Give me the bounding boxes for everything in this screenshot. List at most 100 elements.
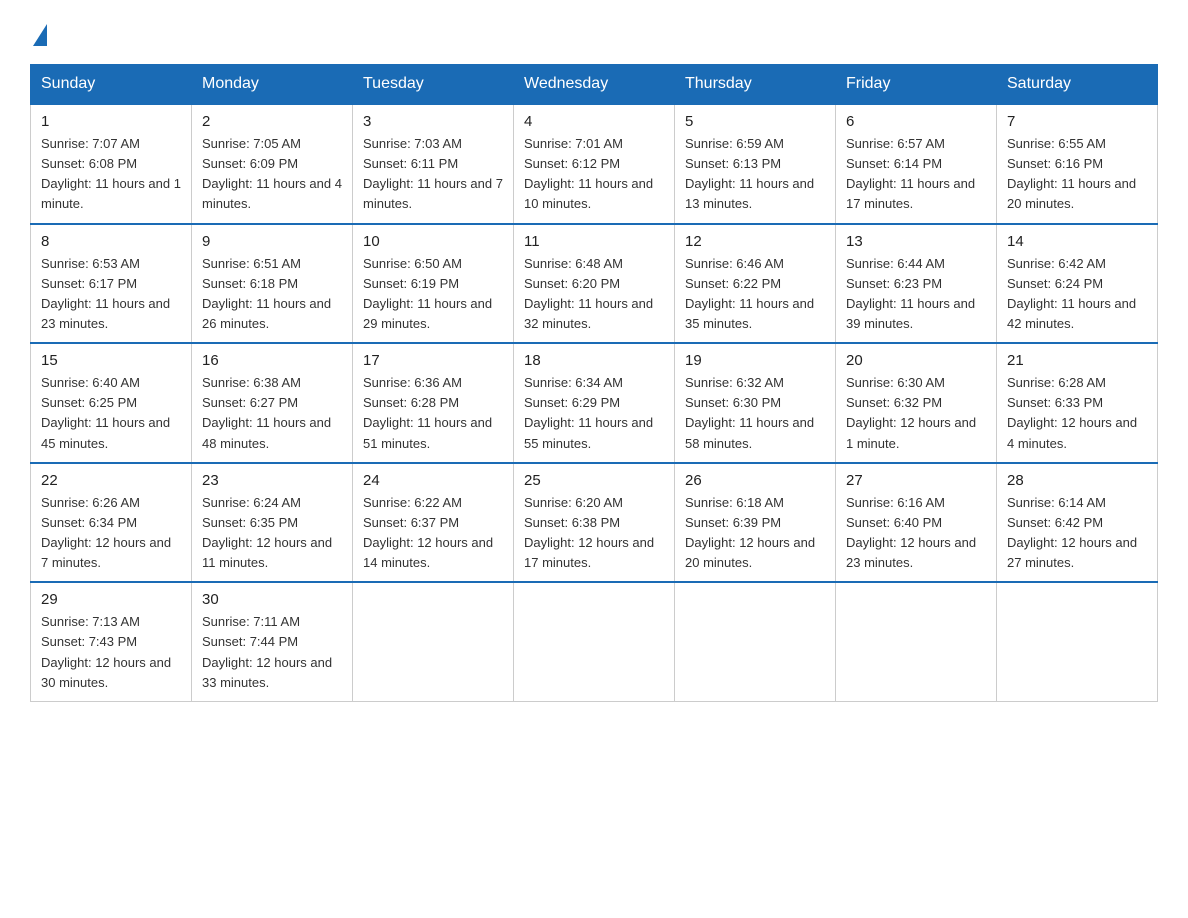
day-info: Sunrise: 6:57 AMSunset: 6:14 PMDaylight:… <box>846 134 986 215</box>
day-number: 24 <box>363 472 503 489</box>
day-info: Sunrise: 6:18 AMSunset: 6:39 PMDaylight:… <box>685 493 825 574</box>
day-info: Sunrise: 6:34 AMSunset: 6:29 PMDaylight:… <box>524 373 664 454</box>
day-number: 8 <box>41 233 181 250</box>
calendar-day-cell: 5 Sunrise: 6:59 AMSunset: 6:13 PMDayligh… <box>675 104 836 224</box>
day-info: Sunrise: 6:40 AMSunset: 6:25 PMDaylight:… <box>41 373 181 454</box>
calendar-day-cell: 17 Sunrise: 6:36 AMSunset: 6:28 PMDaylig… <box>353 343 514 463</box>
day-number: 21 <box>1007 352 1147 369</box>
calendar-day-cell: 6 Sunrise: 6:57 AMSunset: 6:14 PMDayligh… <box>836 104 997 224</box>
calendar-day-cell: 20 Sunrise: 6:30 AMSunset: 6:32 PMDaylig… <box>836 343 997 463</box>
calendar-day-header: Thursday <box>675 65 836 105</box>
day-info: Sunrise: 6:38 AMSunset: 6:27 PMDaylight:… <box>202 373 342 454</box>
day-number: 10 <box>363 233 503 250</box>
calendar-week-row: 1 Sunrise: 7:07 AMSunset: 6:08 PMDayligh… <box>31 104 1158 224</box>
calendar-day-cell: 4 Sunrise: 7:01 AMSunset: 6:12 PMDayligh… <box>514 104 675 224</box>
calendar-day-cell <box>353 582 514 701</box>
calendar-day-cell: 15 Sunrise: 6:40 AMSunset: 6:25 PMDaylig… <box>31 343 192 463</box>
day-info: Sunrise: 6:28 AMSunset: 6:33 PMDaylight:… <box>1007 373 1147 454</box>
day-number: 11 <box>524 233 664 250</box>
calendar-day-cell: 16 Sunrise: 6:38 AMSunset: 6:27 PMDaylig… <box>192 343 353 463</box>
calendar-day-cell: 9 Sunrise: 6:51 AMSunset: 6:18 PMDayligh… <box>192 224 353 344</box>
day-info: Sunrise: 7:07 AMSunset: 6:08 PMDaylight:… <box>41 134 181 215</box>
logo-triangle-icon <box>33 24 47 46</box>
day-info: Sunrise: 6:22 AMSunset: 6:37 PMDaylight:… <box>363 493 503 574</box>
day-number: 4 <box>524 113 664 130</box>
day-info: Sunrise: 7:01 AMSunset: 6:12 PMDaylight:… <box>524 134 664 215</box>
calendar-day-cell: 7 Sunrise: 6:55 AMSunset: 6:16 PMDayligh… <box>997 104 1158 224</box>
day-info: Sunrise: 6:55 AMSunset: 6:16 PMDaylight:… <box>1007 134 1147 215</box>
calendar-day-cell <box>997 582 1158 701</box>
day-number: 19 <box>685 352 825 369</box>
calendar-day-header: Sunday <box>31 65 192 105</box>
day-number: 14 <box>1007 233 1147 250</box>
calendar-day-cell: 24 Sunrise: 6:22 AMSunset: 6:37 PMDaylig… <box>353 463 514 583</box>
day-number: 28 <box>1007 472 1147 489</box>
calendar-day-cell: 11 Sunrise: 6:48 AMSunset: 6:20 PMDaylig… <box>514 224 675 344</box>
day-number: 20 <box>846 352 986 369</box>
day-number: 9 <box>202 233 342 250</box>
calendar-day-cell: 25 Sunrise: 6:20 AMSunset: 6:38 PMDaylig… <box>514 463 675 583</box>
day-info: Sunrise: 6:16 AMSunset: 6:40 PMDaylight:… <box>846 493 986 574</box>
calendar-day-cell: 3 Sunrise: 7:03 AMSunset: 6:11 PMDayligh… <box>353 104 514 224</box>
day-number: 22 <box>41 472 181 489</box>
calendar-day-cell: 14 Sunrise: 6:42 AMSunset: 6:24 PMDaylig… <box>997 224 1158 344</box>
day-number: 15 <box>41 352 181 369</box>
day-number: 23 <box>202 472 342 489</box>
day-number: 13 <box>846 233 986 250</box>
day-info: Sunrise: 6:53 AMSunset: 6:17 PMDaylight:… <box>41 254 181 335</box>
day-number: 27 <box>846 472 986 489</box>
calendar-header-row: SundayMondayTuesdayWednesdayThursdayFrid… <box>31 65 1158 105</box>
day-number: 6 <box>846 113 986 130</box>
calendar-day-header: Monday <box>192 65 353 105</box>
calendar-day-cell <box>514 582 675 701</box>
day-number: 17 <box>363 352 503 369</box>
day-number: 3 <box>363 113 503 130</box>
calendar-day-cell <box>836 582 997 701</box>
day-info: Sunrise: 6:24 AMSunset: 6:35 PMDaylight:… <box>202 493 342 574</box>
day-info: Sunrise: 6:48 AMSunset: 6:20 PMDaylight:… <box>524 254 664 335</box>
page-header <box>30 20 1158 46</box>
day-number: 29 <box>41 591 181 608</box>
day-info: Sunrise: 7:11 AMSunset: 7:44 PMDaylight:… <box>202 612 342 693</box>
calendar-week-row: 22 Sunrise: 6:26 AMSunset: 6:34 PMDaylig… <box>31 463 1158 583</box>
calendar-day-header: Friday <box>836 65 997 105</box>
day-info: Sunrise: 6:44 AMSunset: 6:23 PMDaylight:… <box>846 254 986 335</box>
day-number: 25 <box>524 472 664 489</box>
calendar-day-cell: 22 Sunrise: 6:26 AMSunset: 6:34 PMDaylig… <box>31 463 192 583</box>
day-info: Sunrise: 6:51 AMSunset: 6:18 PMDaylight:… <box>202 254 342 335</box>
calendar-week-row: 29 Sunrise: 7:13 AMSunset: 7:43 PMDaylig… <box>31 582 1158 701</box>
day-info: Sunrise: 7:03 AMSunset: 6:11 PMDaylight:… <box>363 134 503 215</box>
day-info: Sunrise: 6:50 AMSunset: 6:19 PMDaylight:… <box>363 254 503 335</box>
calendar-day-cell: 26 Sunrise: 6:18 AMSunset: 6:39 PMDaylig… <box>675 463 836 583</box>
calendar-day-cell: 18 Sunrise: 6:34 AMSunset: 6:29 PMDaylig… <box>514 343 675 463</box>
calendar-day-cell: 10 Sunrise: 6:50 AMSunset: 6:19 PMDaylig… <box>353 224 514 344</box>
calendar-day-cell: 30 Sunrise: 7:11 AMSunset: 7:44 PMDaylig… <box>192 582 353 701</box>
day-info: Sunrise: 6:36 AMSunset: 6:28 PMDaylight:… <box>363 373 503 454</box>
day-number: 12 <box>685 233 825 250</box>
calendar-day-cell: 1 Sunrise: 7:07 AMSunset: 6:08 PMDayligh… <box>31 104 192 224</box>
day-info: Sunrise: 7:05 AMSunset: 6:09 PMDaylight:… <box>202 134 342 215</box>
day-info: Sunrise: 6:14 AMSunset: 6:42 PMDaylight:… <box>1007 493 1147 574</box>
calendar-week-row: 15 Sunrise: 6:40 AMSunset: 6:25 PMDaylig… <box>31 343 1158 463</box>
logo <box>30 20 47 46</box>
calendar-day-cell: 27 Sunrise: 6:16 AMSunset: 6:40 PMDaylig… <box>836 463 997 583</box>
day-info: Sunrise: 6:30 AMSunset: 6:32 PMDaylight:… <box>846 373 986 454</box>
day-info: Sunrise: 7:13 AMSunset: 7:43 PMDaylight:… <box>41 612 181 693</box>
calendar-day-cell: 21 Sunrise: 6:28 AMSunset: 6:33 PMDaylig… <box>997 343 1158 463</box>
calendar-day-cell: 29 Sunrise: 7:13 AMSunset: 7:43 PMDaylig… <box>31 582 192 701</box>
day-info: Sunrise: 6:26 AMSunset: 6:34 PMDaylight:… <box>41 493 181 574</box>
calendar-day-cell: 28 Sunrise: 6:14 AMSunset: 6:42 PMDaylig… <box>997 463 1158 583</box>
day-number: 18 <box>524 352 664 369</box>
calendar-day-cell: 12 Sunrise: 6:46 AMSunset: 6:22 PMDaylig… <box>675 224 836 344</box>
calendar-day-header: Saturday <box>997 65 1158 105</box>
day-number: 5 <box>685 113 825 130</box>
calendar-day-cell <box>675 582 836 701</box>
day-info: Sunrise: 6:59 AMSunset: 6:13 PMDaylight:… <box>685 134 825 215</box>
day-number: 2 <box>202 113 342 130</box>
calendar-day-cell: 19 Sunrise: 6:32 AMSunset: 6:30 PMDaylig… <box>675 343 836 463</box>
calendar-table: SundayMondayTuesdayWednesdayThursdayFrid… <box>30 64 1158 702</box>
day-number: 30 <box>202 591 342 608</box>
day-info: Sunrise: 6:42 AMSunset: 6:24 PMDaylight:… <box>1007 254 1147 335</box>
calendar-day-cell: 8 Sunrise: 6:53 AMSunset: 6:17 PMDayligh… <box>31 224 192 344</box>
day-number: 1 <box>41 113 181 130</box>
